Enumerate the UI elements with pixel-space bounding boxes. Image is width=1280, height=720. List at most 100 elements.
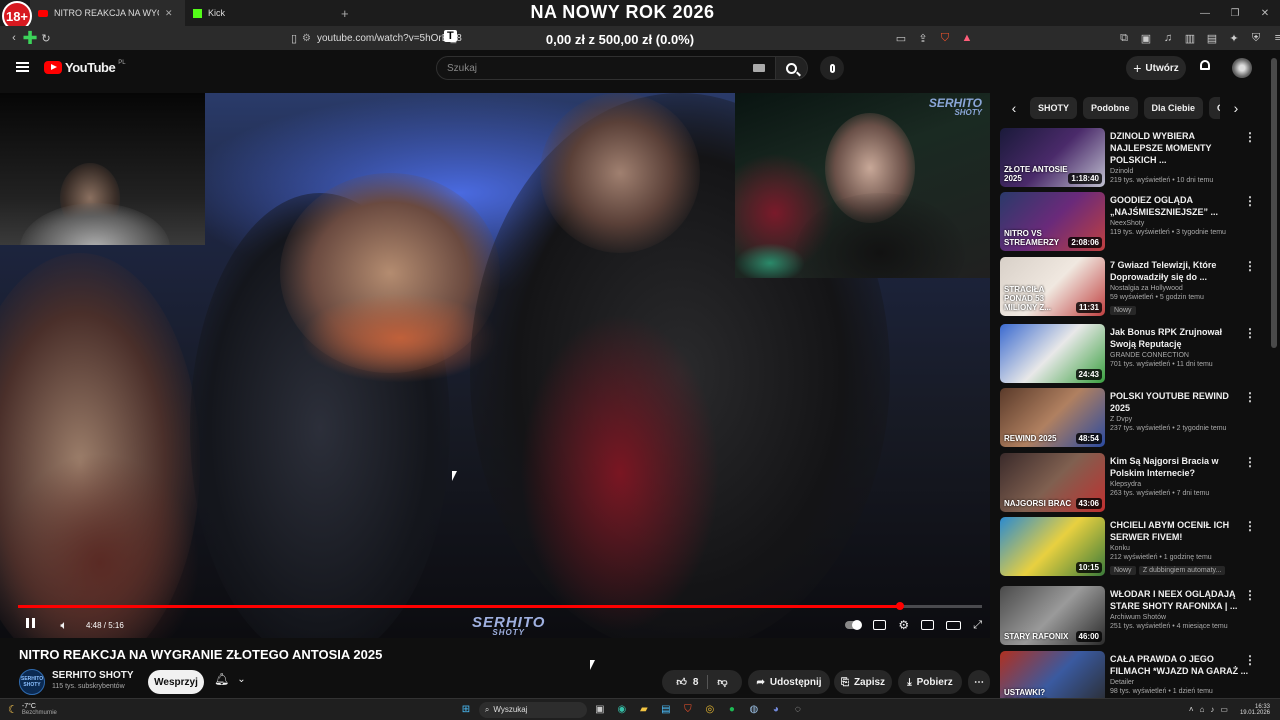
dislike-button[interactable]: 👎︎: [717, 676, 727, 688]
video-thumbnail[interactable]: REWIND 2025 48:54: [1000, 388, 1105, 447]
task-view-icon[interactable]: ▣: [591, 701, 609, 719]
bell-icon[interactable]: 🔔︎: [214, 672, 229, 686]
wallet-icon[interactable]: ▣: [1138, 30, 1154, 46]
keyboard-icon[interactable]: [753, 64, 765, 72]
video-thumbnail[interactable]: STARY RAFONIX 46:00: [1000, 586, 1105, 645]
menu-icon[interactable]: ≡: [1270, 30, 1280, 46]
progress-scrubber[interactable]: [896, 602, 905, 610]
video-options-icon[interactable]: ⋮: [1244, 194, 1256, 208]
youtube-logo[interactable]: YouTube PL: [44, 60, 126, 75]
related-video-title[interactable]: Kim Są Najgorsi Bracia w Polskim Interne…: [1110, 455, 1250, 479]
chip-podobne[interactable]: Podobne: [1083, 97, 1138, 119]
discord-icon[interactable]: ◕: [767, 701, 785, 719]
clock[interactable]: 16:33 19.01.2026: [1240, 704, 1270, 716]
store-icon[interactable]: ▤: [657, 701, 675, 719]
share-page-icon[interactable]: ⇪: [915, 30, 931, 46]
video-thumbnail[interactable]: NAJGORSI BRAC 43:06: [1000, 453, 1105, 512]
taskbar-search[interactable]: ⌕ Wyszukaj: [478, 701, 587, 718]
volume-icon[interactable]: 🔈︎: [52, 618, 76, 633]
subtitles-icon[interactable]: [873, 620, 887, 630]
video-thumbnail[interactable]: NITRO VS STREAMERZY 2:08:06: [1000, 192, 1105, 251]
related-video-channel[interactable]: GRANDE CONNECTION: [1110, 352, 1250, 359]
related-video-item[interactable]: 24:43 Jak Bonus RPK Zrujnował Swoją Reput…: [1000, 324, 1265, 386]
related-video-title[interactable]: CHCIELI ABYM OCENIŁ ICH SERWER FIVEM!: [1110, 519, 1250, 543]
related-video-item[interactable]: STARY RAFONIX 46:00 WŁODAR I NEEX OGLĄDAJĄ…: [1000, 586, 1265, 648]
scrollbar-thumb[interactable]: [1271, 58, 1277, 348]
chips-scroll-right-icon[interactable]: ›: [1228, 100, 1244, 116]
related-video-title[interactable]: POLSKI YOUTUBE REWIND 2025: [1110, 390, 1250, 414]
video-thumbnail[interactable]: STRACIŁA PONAD 53 MILIONY Z... 11:31: [1000, 257, 1105, 316]
theater-mode-icon[interactable]: [946, 620, 962, 630]
autoplay-toggle[interactable]: [845, 620, 863, 630]
chevron-down-icon[interactable]: ⌄: [237, 674, 245, 685]
download-button[interactable]: ⤓ Pobierz: [898, 670, 962, 694]
leo-ai-icon[interactable]: ✦: [1226, 30, 1242, 46]
forward-icon[interactable]: ✚: [22, 28, 38, 48]
video-options-icon[interactable]: ⋮: [1244, 519, 1256, 533]
bookmark-icon[interactable]: ▯: [286, 30, 302, 46]
chips-scroll-left-icon[interactable]: ‹: [1006, 100, 1022, 116]
video-options-icon[interactable]: ⋮: [1244, 390, 1256, 404]
related-video-title[interactable]: CAŁA PRAWDA O JEGO FILMACH *WJAZD NA GAR…: [1110, 653, 1250, 677]
tray-chevron-icon[interactable]: ˄: [1189, 705, 1194, 714]
chrome-icon[interactable]: ◎: [701, 701, 719, 719]
related-video-item[interactable]: ZŁOTE ANTOSIE 2025 1:18:40 DZINOLD WYBIERA…: [1000, 128, 1265, 190]
video-thumbnail[interactable]: ZŁOTE ANTOSIE 2025 1:18:40: [1000, 128, 1105, 187]
video-options-icon[interactable]: ⋮: [1244, 326, 1256, 340]
music-icon[interactable]: ♫: [1160, 30, 1176, 46]
extensions-icon[interactable]: ⧉: [1116, 30, 1132, 46]
fullscreen-icon[interactable]: ⤢: [973, 619, 982, 632]
notifications-bell-icon[interactable]: [1199, 60, 1211, 73]
voice-search-button[interactable]: [820, 56, 844, 80]
like-button[interactable]: 👍︎ 8: [676, 676, 698, 689]
video-options-icon[interactable]: ⋮: [1244, 259, 1256, 273]
close-window-icon[interactable]: ✕: [1250, 0, 1280, 26]
chip-ostatnio[interactable]: Ostat: [1209, 97, 1220, 119]
miniplayer-icon[interactable]: [921, 620, 935, 630]
brave-shield-icon[interactable]: ⛉: [937, 30, 953, 46]
tab-search-icon[interactable]: ▤: [1204, 30, 1220, 46]
network-icon[interactable]: ⌂: [1200, 705, 1205, 714]
chip-dla-ciebie[interactable]: Dla Ciebie: [1143, 97, 1204, 119]
video-thumbnail[interactable]: 10:15: [1000, 517, 1105, 576]
battery-icon[interactable]: ▭: [1220, 705, 1228, 714]
related-video-title[interactable]: DZINOLD WYBIERA NAJLEPSZE MOMENTY POLSKI…: [1110, 130, 1250, 166]
related-video-channel[interactable]: Z Dvpy: [1110, 416, 1250, 423]
speaker-icon[interactable]: ♪: [1210, 705, 1214, 714]
video-options-icon[interactable]: ⋮: [1244, 588, 1256, 602]
video-options-icon[interactable]: ⋮: [1244, 130, 1256, 144]
steam-icon[interactable]: ◍: [745, 701, 763, 719]
related-video-item[interactable]: NAJGORSI BRAC 43:06 Kim Są Najgorsi Bracia…: [1000, 453, 1265, 515]
sidebar-icon[interactable]: ▥: [1182, 30, 1198, 46]
related-video-channel[interactable]: Klepsydra: [1110, 481, 1250, 488]
edge-icon[interactable]: ◉: [613, 701, 631, 719]
file-explorer-icon[interactable]: ▰: [635, 701, 653, 719]
video-thumbnail[interactable]: 24:43: [1000, 324, 1105, 383]
weather-widget[interactable]: ☾ -7°C Bezchmurnie: [8, 703, 57, 716]
obs-icon[interactable]: ◌: [789, 701, 807, 719]
create-button[interactable]: + Utwórz: [1126, 56, 1186, 80]
vpn-icon[interactable]: ⛨: [1248, 30, 1264, 46]
related-video-title[interactable]: 7 Gwiazd Telewizji, Które Doprowadziły s…: [1110, 259, 1250, 283]
save-button[interactable]: ⎘ Zapisz: [834, 670, 892, 694]
related-video-channel[interactable]: Dzinold: [1110, 168, 1250, 175]
related-video-channel[interactable]: Archiwum Shotów: [1110, 614, 1250, 621]
video-options-icon[interactable]: ⋮: [1244, 653, 1256, 667]
related-video-item[interactable]: STRACIŁA PONAD 53 MILIONY Z... 11:31 7 Gwi…: [1000, 257, 1265, 319]
related-video-title[interactable]: GOODIEZ OGLĄDA „NAJŚMIESZNIEJSZE” ...: [1110, 194, 1250, 218]
related-video-item[interactable]: NITRO VS STREAMERZY 2:08:06 GOODIEZ OGLĄDA…: [1000, 192, 1265, 254]
account-avatar[interactable]: [1232, 58, 1252, 78]
support-button[interactable]: Wesprzyj: [148, 670, 204, 694]
related-video-title[interactable]: WŁODAR I NEEX OGLĄDAJĄ STARE SHOTY RAFON…: [1110, 588, 1250, 612]
channel-name[interactable]: SERHITO SHOTY: [52, 670, 134, 681]
related-video-channel[interactable]: Konku: [1110, 545, 1250, 552]
windows-start-icon[interactable]: ⊞: [457, 701, 475, 719]
rewards-icon[interactable]: ▲: [959, 30, 975, 46]
video-options-icon[interactable]: ⋮: [1244, 455, 1256, 469]
related-video-channel[interactable]: NeexShoty: [1110, 220, 1250, 227]
reload-icon[interactable]: ↻: [38, 30, 54, 46]
more-actions-button[interactable]: ⋯: [968, 670, 990, 694]
search-button[interactable]: [776, 56, 808, 80]
related-video-item[interactable]: 10:15 CHCIELI ABYM OCENIŁ ICH SERWER FIVE…: [1000, 517, 1265, 579]
progress-bar[interactable]: [18, 602, 982, 610]
